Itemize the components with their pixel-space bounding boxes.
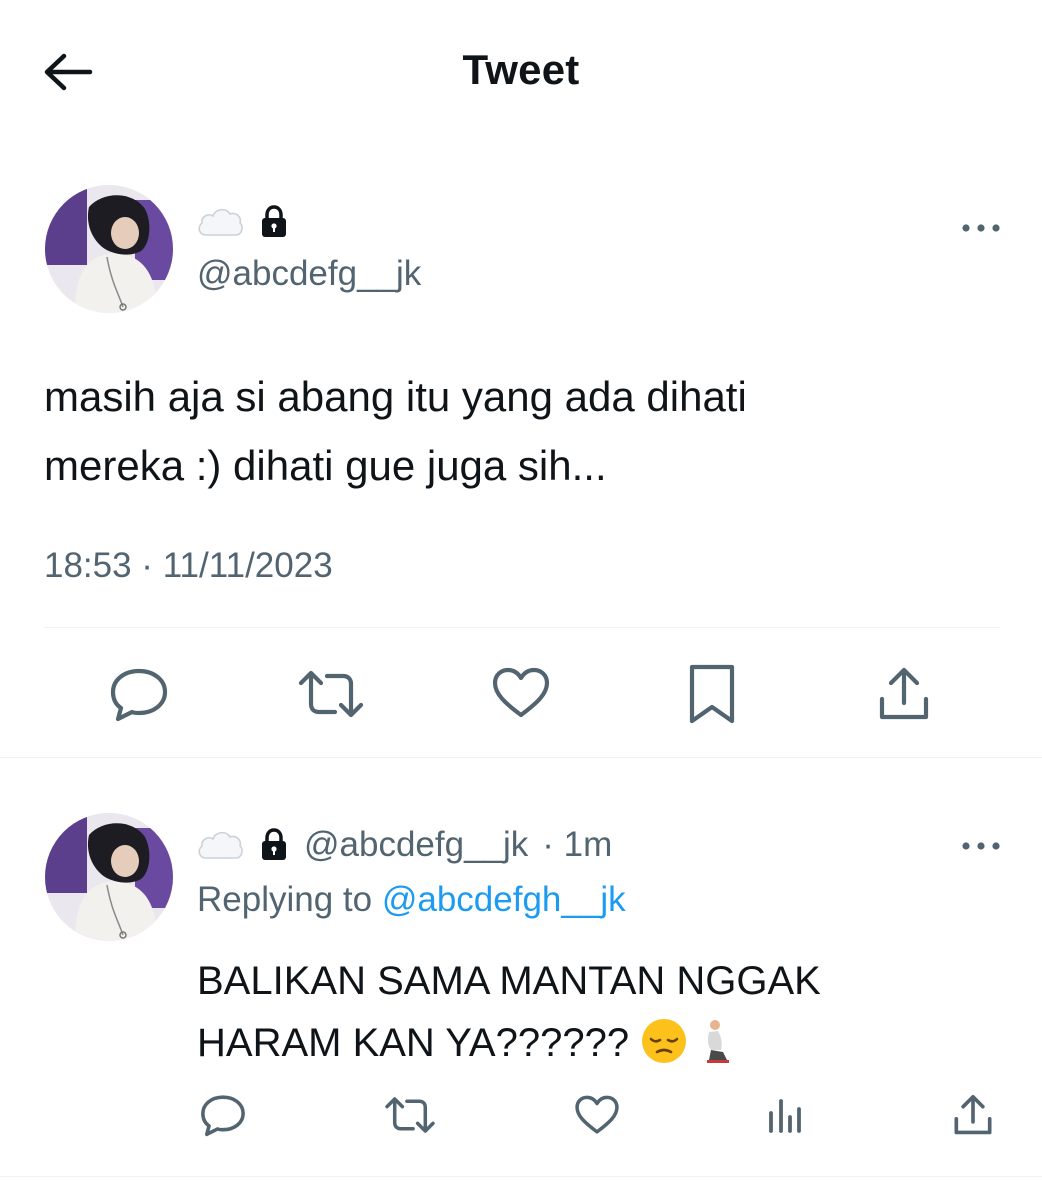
top-bar: Tweet bbox=[0, 0, 1042, 140]
like-icon bbox=[575, 1095, 619, 1134]
lock-icon bbox=[262, 205, 286, 237]
divider bbox=[0, 757, 1042, 758]
like-icon bbox=[492, 667, 550, 718]
reply-icon bbox=[201, 1095, 245, 1137]
mention-link[interactable]: @abcdefgh__jk bbox=[382, 880, 626, 919]
reply-text: BALIKAN SAMA MANTAN NGGAK HARAM KAN YA??… bbox=[197, 950, 957, 1074]
like-button[interactable] bbox=[573, 1092, 621, 1138]
like-button[interactable] bbox=[490, 664, 552, 722]
tweet-text-line: masih aja si abang itu yang ada dihati bbox=[44, 373, 747, 420]
page-title: Tweet bbox=[462, 46, 580, 93]
divider bbox=[44, 627, 1000, 628]
retweet-button[interactable] bbox=[383, 1094, 437, 1136]
tweet-text-line: mereka :) dihati gue juga sih... bbox=[44, 442, 607, 489]
share-button[interactable] bbox=[876, 664, 932, 724]
reply-text-line: BALIKAN SAMA MANTAN NGGAK bbox=[197, 959, 821, 1003]
avatar[interactable] bbox=[45, 813, 173, 941]
views-icon bbox=[769, 1099, 801, 1133]
user-handle[interactable]: @abcdefg__jk bbox=[304, 825, 528, 865]
display-name-row: @abcdefg__jk · 1m bbox=[196, 825, 612, 865]
bookmark-button[interactable] bbox=[686, 662, 738, 726]
cloud-emoji-icon bbox=[198, 831, 243, 859]
reply-icon bbox=[110, 668, 168, 722]
reply-button[interactable] bbox=[106, 664, 172, 724]
share-icon bbox=[954, 1094, 992, 1135]
user-handle[interactable]: @abcdefg__jk bbox=[197, 254, 421, 294]
divider bbox=[0, 1176, 1042, 1177]
cloud-emoji-icon bbox=[198, 208, 243, 236]
retweet-icon bbox=[298, 670, 364, 718]
reply-action-bar bbox=[0, 1088, 1042, 1140]
retweet-button[interactable] bbox=[296, 666, 366, 722]
bookmark-icon bbox=[689, 664, 735, 724]
share-icon bbox=[879, 667, 929, 720]
views-button[interactable] bbox=[764, 1092, 806, 1138]
more-options-button[interactable] bbox=[957, 214, 1005, 242]
lock-icon bbox=[262, 828, 286, 860]
tweet-timestamp[interactable]: 18:53 · 11/11/2023 bbox=[44, 546, 333, 586]
reply-time: · 1m bbox=[542, 825, 613, 864]
more-dots-icon bbox=[962, 842, 1000, 850]
avatar[interactable] bbox=[45, 185, 173, 313]
pensive-face-emoji-icon bbox=[640, 1017, 688, 1065]
tweet-action-bar bbox=[0, 660, 1042, 728]
replying-to-label: Replying to bbox=[197, 880, 373, 919]
kneeling-person-emoji-icon bbox=[699, 1018, 733, 1064]
more-options-button[interactable] bbox=[957, 832, 1005, 860]
share-button[interactable] bbox=[950, 1092, 996, 1138]
display-name-row bbox=[196, 205, 290, 239]
reply-text-line: HARAM KAN YA?????? bbox=[197, 1021, 630, 1065]
tweet-text: masih aja si abang itu yang ada dihati m… bbox=[44, 362, 944, 500]
replying-to: Replying to @abcdefgh__jk bbox=[197, 880, 626, 920]
more-dots-icon bbox=[962, 224, 1000, 232]
reply-button[interactable] bbox=[198, 1092, 248, 1138]
retweet-icon bbox=[385, 1097, 435, 1133]
